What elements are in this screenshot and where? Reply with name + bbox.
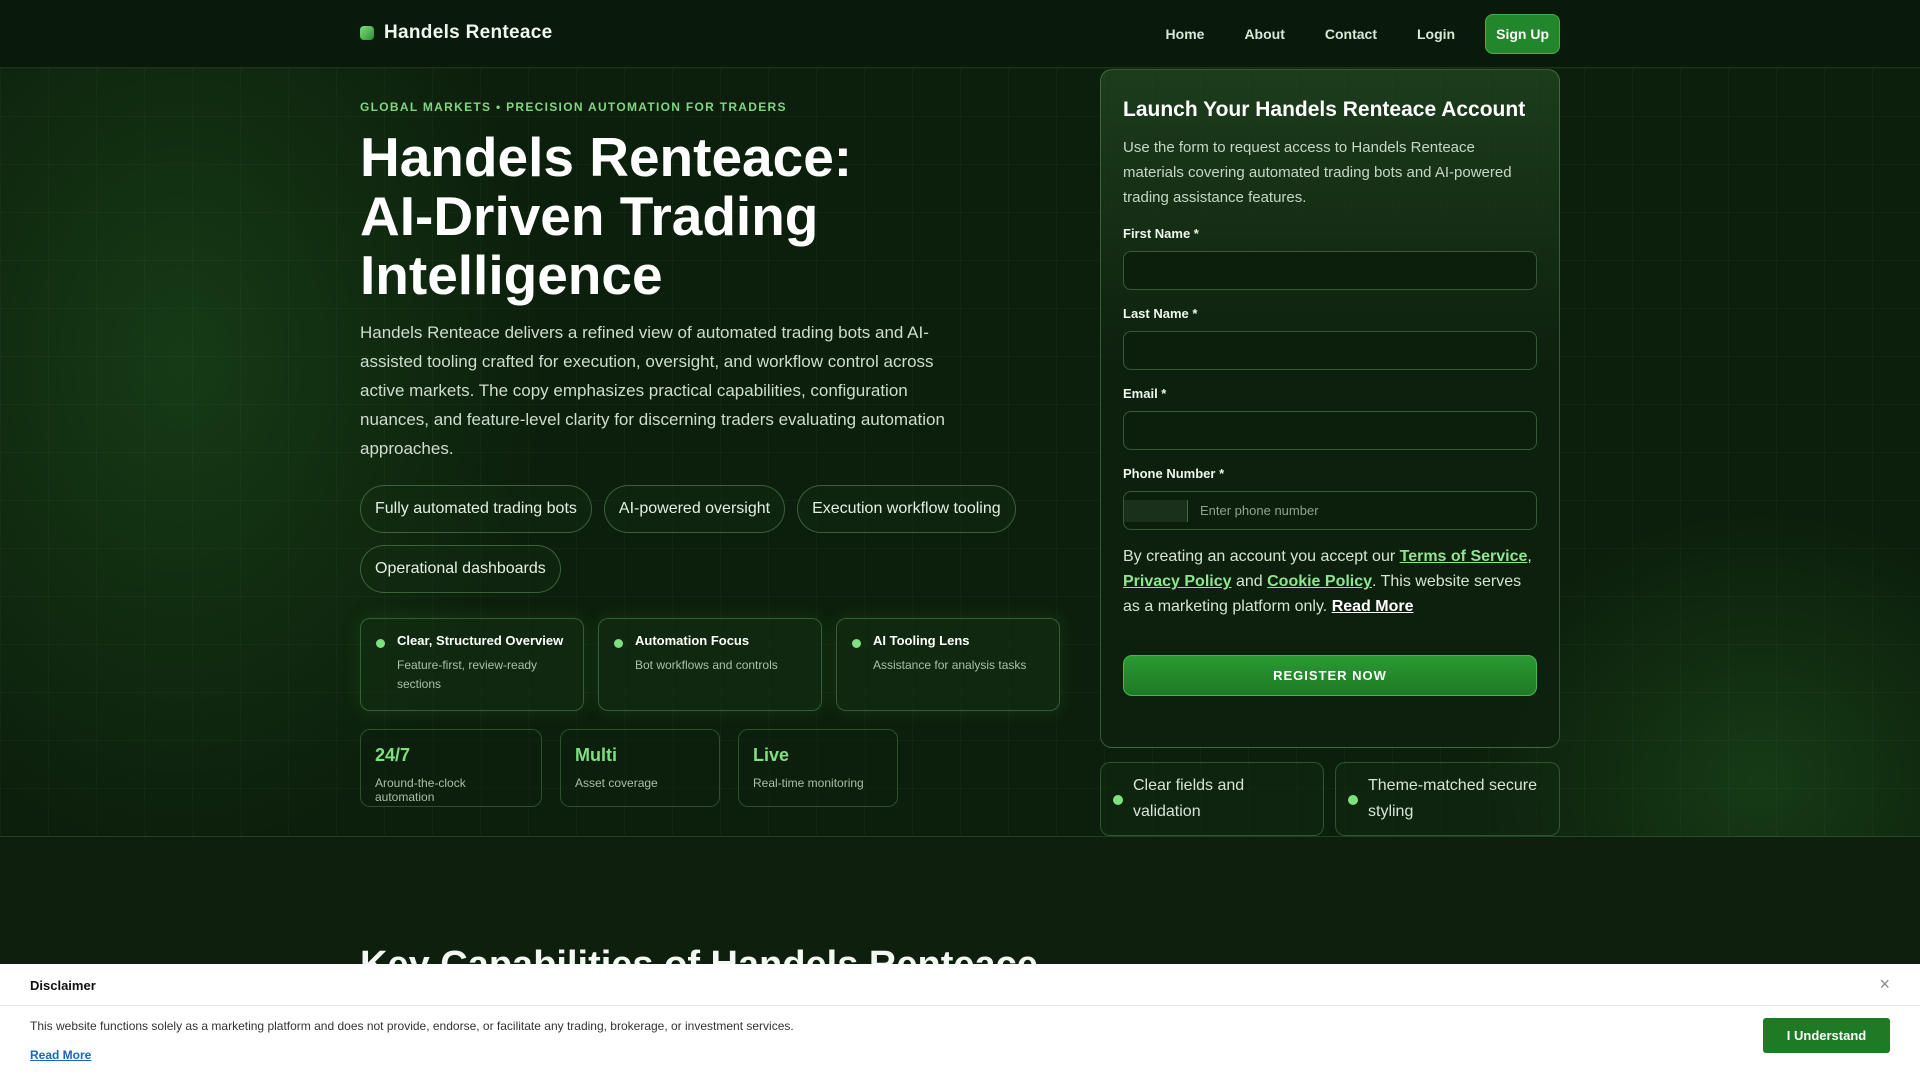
terms-prefix: By creating an account you accept our <box>1123 548 1400 565</box>
pill-ai-oversight: AI-powered oversight <box>603 485 786 533</box>
form-description: Use the form to request access to Handel… <box>1123 139 1512 206</box>
first-name-field[interactable] <box>1123 251 1537 290</box>
i-understand-button[interactable]: I Understand <box>1763 1018 1890 1053</box>
hero-title: Handels Renteace: AI-Driven Trading Inte… <box>360 128 920 305</box>
brand[interactable]: Handels Renteace <box>360 22 552 44</box>
register-button[interactable]: REGISTER NOW <box>1123 655 1537 696</box>
stat-value: Live <box>753 745 790 765</box>
close-icon[interactable]: × <box>1879 974 1890 995</box>
feature-title: Clear, Structured Overview <box>397 633 564 648</box>
top-navigation: Handels Renteace Home About Contact Logi… <box>0 0 1920 68</box>
terms-and: and <box>1231 573 1268 590</box>
disclaimer-text: This website functions solely as a marke… <box>30 1019 794 1033</box>
nav-link-contact[interactable]: Contact <box>1305 16 1397 52</box>
feature-desc: Feature-first, review-ready sections <box>397 658 538 691</box>
feature-title: AI Tooling Lens <box>873 633 970 648</box>
stat-label: Around-the-clock automation <box>375 776 466 804</box>
disclaimer-title: Disclaimer <box>30 978 96 993</box>
signup-button[interactable]: Sign Up <box>1485 14 1560 54</box>
mini-card: Theme-matched secure styling <box>1335 762 1560 836</box>
hero-title-line-3: Intelligence <box>360 244 663 306</box>
stat-card: Multi Asset coverage <box>560 729 720 807</box>
phone-placeholder: Enter phone number <box>1200 503 1319 518</box>
stat-card: 24/7 Around-the-clock automation <box>360 729 542 807</box>
nav-link-about[interactable]: About <box>1224 16 1304 52</box>
feature-card: Automation Focus Bot workflows and contr… <box>598 618 822 711</box>
bullet-dot-icon <box>852 639 861 648</box>
read-more-link[interactable]: Read More <box>1332 598 1414 615</box>
bullet-dot-icon <box>614 639 623 648</box>
mini-card-text: Clear fields and validation <box>1133 777 1245 820</box>
feature-card: AI Tooling Lens Assistance for analysis … <box>836 618 1060 711</box>
nav-link-login[interactable]: Login <box>1397 16 1475 52</box>
first-name-label: First Name * <box>1123 226 1199 241</box>
email-label: Email * <box>1123 386 1167 401</box>
bullet-dot-icon <box>1113 795 1123 805</box>
stat-card: Live Real-time monitoring <box>738 729 898 807</box>
stat-value: 24/7 <box>375 745 411 765</box>
bullet-dot-icon <box>1348 795 1358 805</box>
stat-value: Multi <box>575 745 617 765</box>
terms-of-service-link[interactable]: Terms of Service <box>1400 548 1528 565</box>
brand-name: Handels Renteace <box>384 22 553 43</box>
bullet-dot-icon <box>376 639 385 648</box>
terms-text: By creating an account you accept our Te… <box>1123 544 1537 619</box>
phone-label: Phone Number * <box>1123 466 1225 481</box>
nav-links: Home About Contact Login Sign Up <box>1146 14 1560 54</box>
registration-form: Launch Your Handels Renteace Account Use… <box>1100 69 1560 748</box>
privacy-policy-link[interactable]: Privacy Policy <box>1123 573 1232 590</box>
hero-title-line-1: Handels Renteace: <box>360 126 853 188</box>
disclaimer-banner: Disclaimer × This website functions sole… <box>0 964 1920 1080</box>
disclaimer-header: Disclaimer × <box>0 964 1920 1006</box>
country-code-select[interactable] <box>1124 499 1188 522</box>
cookie-policy-link[interactable]: Cookie Policy <box>1267 573 1372 590</box>
disclaimer-read-more-link[interactable]: Read More <box>30 1048 91 1062</box>
hero-title-line-2: AI-Driven Trading <box>360 185 819 247</box>
stat-cards: 24/7 Around-the-clock automation Multi A… <box>360 729 898 807</box>
feature-desc: Bot workflows and controls <box>635 658 778 672</box>
mini-card-text: Theme-matched secure styling <box>1368 777 1537 820</box>
last-name-field[interactable] <box>1123 331 1537 370</box>
phone-field[interactable]: Enter phone number <box>1123 491 1537 530</box>
stat-label: Asset coverage <box>575 776 658 790</box>
form-title: Launch Your Handels Renteace Account <box>1123 98 1526 121</box>
last-name-label: Last Name * <box>1123 306 1198 321</box>
pill-workflow-tooling: Execution workflow tooling <box>797 485 1016 533</box>
pill-dashboards: Operational dashboards <box>360 545 561 593</box>
feature-card: Clear, Structured Overview Feature-first… <box>360 618 584 711</box>
email-field[interactable] <box>1123 411 1537 450</box>
nav-link-home[interactable]: Home <box>1146 16 1225 52</box>
background-grid <box>0 68 1920 836</box>
logo-icon <box>360 26 374 40</box>
feature-pills: Fully automated trading bots AI-powered … <box>360 485 1080 593</box>
feature-cards: Clear, Structured Overview Feature-first… <box>360 618 1060 711</box>
pill-trading-bots: Fully automated trading bots <box>360 485 592 533</box>
stat-label: Real-time monitoring <box>753 776 864 790</box>
feature-title: Automation Focus <box>635 633 750 648</box>
hero-lead: Handels Renteace delivers a refined view… <box>360 323 945 458</box>
mini-card: Clear fields and validation <box>1100 762 1324 836</box>
feature-desc: Assistance for analysis tasks <box>873 658 1027 672</box>
terms-comma: , <box>1527 548 1532 565</box>
hero-eyebrow: GLOBAL MARKETS • PRECISION AUTOMATION FO… <box>360 100 787 114</box>
